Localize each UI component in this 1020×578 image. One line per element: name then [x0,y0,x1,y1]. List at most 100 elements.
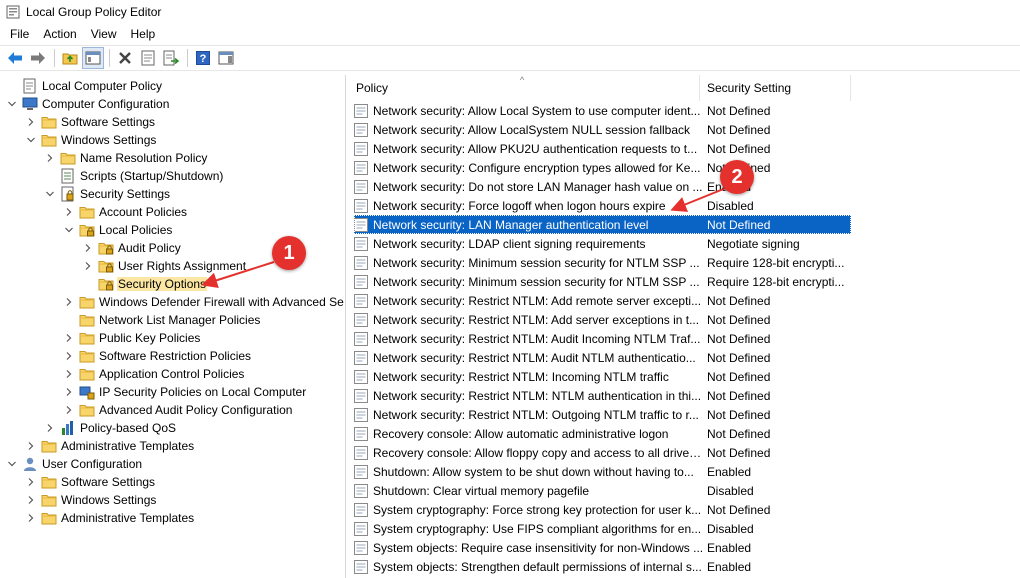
policy-security-setting: Enabled [707,540,752,555]
forward-button[interactable] [27,47,49,69]
menu-help[interactable]: Help [124,24,163,44]
tree-item-software-restriction-policies[interactable]: Software Restriction Policies [63,347,252,365]
policy-row[interactable]: Network security: Allow PKU2U authentica… [354,139,851,158]
policy-security-setting: Not Defined [707,103,771,118]
policy-row[interactable]: Network security: Do not store LAN Manag… [354,177,851,196]
tree-item-user-rights-assignment[interactable]: User Rights Assignment [82,257,247,275]
user-icon [22,456,38,472]
column-header-policy[interactable]: Policy [350,75,700,101]
chevron-right-icon[interactable] [82,239,94,257]
tree-item-local-policies[interactable]: Local Policies [63,221,173,239]
chevron-right-icon[interactable] [63,365,75,383]
chevron-right-icon[interactable] [44,149,56,167]
tree-item-user-configuration[interactable]: User Configuration [6,455,143,473]
chevron-down-icon[interactable] [44,185,56,203]
tree-item-administrative-templates[interactable]: Administrative Templates [25,509,195,527]
menu-action[interactable]: Action [36,24,83,44]
tree-item-advanced-audit-policy-configuration[interactable]: Advanced Audit Policy Configuration [63,401,293,419]
policy-row[interactable]: Network security: Restrict NTLM: Outgoin… [354,405,851,424]
chevron-right-icon[interactable] [63,401,75,419]
tree-item-public-key-policies[interactable]: Public Key Policies [63,329,201,347]
policy-row[interactable]: Network security: Force logoff when logo… [354,196,851,215]
tree-item-software-settings[interactable]: Software Settings [25,473,156,491]
policy-row[interactable]: Network security: Restrict NTLM: Audit N… [354,348,851,367]
chevron-down-icon[interactable] [25,131,37,149]
chevron-right-icon[interactable] [25,509,37,527]
toolbar-separator [187,49,188,67]
tree-item-label: Name Resolution Policy [80,151,208,165]
tree-item-ip-security-policies-on-local-computer[interactable]: IP Security Policies on Local Computer [63,383,307,401]
chevron-right-icon[interactable] [25,491,37,509]
chevron-down-icon[interactable] [6,95,18,113]
menu-bar: File Action View Help [0,24,1020,44]
console-tree-pane[interactable]: Local Computer Policy Computer Configurat… [0,75,346,578]
export-list-button[interactable] [160,47,182,69]
up-one-level-button[interactable] [59,47,81,69]
tree-item-scripts-startup-shutdown[interactable]: Scripts (Startup/Shutdown) [44,167,224,185]
policy-row[interactable]: Network security: Restrict NTLM: Incomin… [354,367,851,386]
tree-item-policy-based-qos[interactable]: Policy-based QoS [44,419,177,437]
toolbar-separator [54,49,55,67]
properties-button[interactable] [137,47,159,69]
policy-row[interactable]: Network security: Restrict NTLM: Add ser… [354,310,851,329]
policy-setting-icon [354,236,368,251]
chevron-right-icon[interactable] [82,257,94,275]
chevron-down-icon[interactable] [63,221,75,239]
policy-row[interactable]: Shutdown: Clear virtual memory pagefile D… [354,481,851,500]
tree-item-windows-settings[interactable]: Windows Settings [25,491,157,509]
policy-row[interactable]: System objects: Strengthen default permi… [354,557,851,576]
toolbar-separator [109,49,110,67]
policy-row[interactable]: Network security: Restrict NTLM: Audit I… [354,329,851,348]
column-header-security-setting[interactable]: Security Setting [700,75,851,101]
chevron-right-icon[interactable] [63,347,75,365]
tree-item-audit-policy[interactable]: Audit Policy [82,239,182,257]
tree-item-name-resolution-policy[interactable]: Name Resolution Policy [44,149,208,167]
chevron-right-icon[interactable] [63,203,75,221]
policy-row[interactable]: System cryptography: Force strong key pr… [354,500,851,519]
policy-row[interactable]: Network security: Allow Local System to … [354,101,851,120]
chevron-right-icon[interactable] [25,473,37,491]
tree-item-security-options[interactable]: Security Options [82,275,208,293]
show-hide-console-tree-button[interactable] [82,47,104,69]
delete-button[interactable] [114,47,136,69]
policy-security-setting: Not Defined [707,445,771,460]
tree-item-windows-defender-firewall-with-advanced-se[interactable]: Windows Defender Firewall with Advanced … [63,293,345,311]
policy-row[interactable]: Network security: Restrict NTLM: NTLM au… [354,386,851,405]
chevron-down-icon[interactable] [6,455,18,473]
policy-row[interactable]: Network security: LDAP client signing re… [354,234,851,253]
tree-item-windows-settings[interactable]: Windows Settings [25,131,157,149]
policy-row[interactable]: Network security: Restrict NTLM: Add rem… [354,291,851,310]
policy-row[interactable]: Network security: Configure encryption t… [354,158,851,177]
tree-item-application-control-policies[interactable]: Application Control Policies [63,365,245,383]
policy-row[interactable]: System objects: Require case insensitivi… [354,538,851,557]
policy-row[interactable]: Shutdown: Allow system to be shut down w… [354,462,851,481]
chevron-right-icon[interactable] [63,293,75,311]
menu-file[interactable]: File [0,24,36,44]
policy-row[interactable]: Network security: LAN Manager authentica… [354,215,851,234]
policy-list-pane[interactable]: Policy ^ Security Setting Network securi… [350,75,1020,578]
tree-item-computer-configuration[interactable]: Computer Configuration [6,95,170,113]
menu-view[interactable]: View [84,24,124,44]
column-header-setting-label: Security Setting [707,81,792,95]
tree-item-account-policies[interactable]: Account Policies [63,203,188,221]
help-button[interactable]: ? [192,47,214,69]
tree-item-network-list-manager-policies[interactable]: Network List Manager Policies [63,311,261,329]
chevron-right-icon[interactable] [25,113,37,131]
policy-row[interactable]: Recovery console: Allow floppy copy and … [354,443,851,462]
show-action-pane-button[interactable] [215,47,237,69]
policy-row[interactable]: System cryptography: Use FIPS compliant … [354,519,851,538]
policy-row[interactable]: Network security: Allow LocalSystem NULL… [354,120,851,139]
back-button[interactable] [4,47,26,69]
policy-row[interactable]: Recovery console: Allow automatic admini… [354,424,851,443]
tree-item-security-settings[interactable]: Security Settings [44,185,171,203]
chevron-right-icon[interactable] [63,329,75,347]
tree-item-administrative-templates[interactable]: Administrative Templates [25,437,195,455]
policy-row[interactable]: Network security: Minimum session securi… [354,272,851,291]
tree-item-software-settings[interactable]: Software Settings [25,113,156,131]
policy-row[interactable]: Network security: Minimum session securi… [354,253,851,272]
tree-item-label: Software Restriction Policies [99,349,252,363]
chevron-right-icon[interactable] [44,419,56,437]
tree-item-local-computer-policy[interactable]: Local Computer Policy [6,77,163,95]
chevron-right-icon[interactable] [25,437,37,455]
chevron-right-icon[interactable] [63,383,75,401]
